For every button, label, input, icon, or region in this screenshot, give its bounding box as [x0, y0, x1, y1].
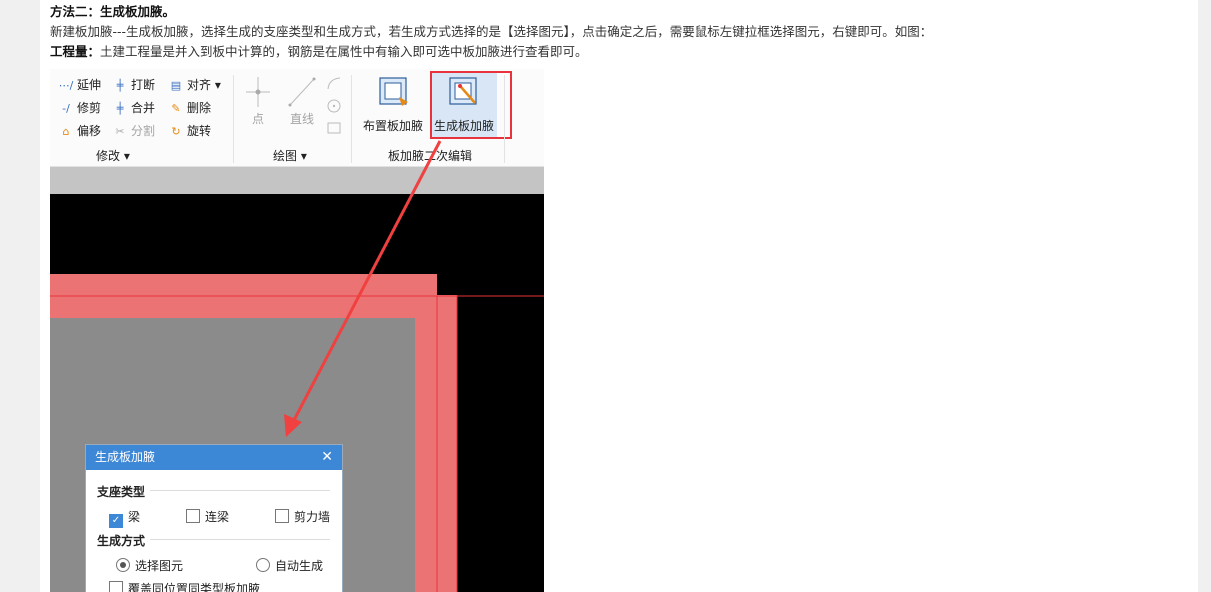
dialog-title-bar: 生成板加腋 ✕	[86, 445, 342, 470]
check-icon: ✓	[109, 514, 123, 528]
auto-generate-radio[interactable]: 自动生成	[256, 557, 323, 574]
method-title: 生成方式	[97, 534, 146, 548]
close-icon[interactable]: ✕	[321, 445, 333, 470]
shear-wall-checkbox[interactable]: 剪力墙	[275, 508, 330, 525]
section-divider	[150, 539, 330, 540]
overwrite-checkbox[interactable]: 覆盖同位置同类型板加腋	[109, 580, 260, 592]
section-divider	[150, 490, 330, 491]
coupling-beam-checkbox[interactable]: 连梁	[186, 508, 229, 525]
beam-checkbox[interactable]: ✓ 梁	[109, 508, 140, 528]
support-type-title: 支座类型	[97, 485, 146, 499]
select-elements-radio[interactable]: 选择图元	[116, 557, 183, 574]
article-heading: 方法二：生成板加腋。	[50, 4, 176, 19]
article-page: 方法二：生成板加腋。 新建板加腋---生成板加腋，选择生成的支座类型和生成方式，…	[40, 0, 1198, 592]
article-quantity-line: 工程量：土建工程量是并入到板中计算的，钢筋是在属性中有输入即可选中板加腋进行查看…	[50, 44, 588, 59]
generate-haunch-dialog: 生成板加腋 ✕ 支座类型 ✓ 梁 连梁 剪力墙 生成方式 选择图元 自动生成 覆盖…	[85, 444, 343, 592]
article-paragraph: 新建板加腋---生成板加腋，选择生成的支座类型和生成方式，若生成方式选择的是【选…	[50, 24, 933, 39]
dialog-title: 生成板加腋	[95, 450, 156, 464]
software-screenshot: ⋯/延伸 ╪ 打断 ▤ 对齐 ▾ -/修剪 ╪ 合并 ✎ 删除 ⌂ 偏移 ✂ 分割 ↻ 旋转 …	[50, 69, 544, 592]
